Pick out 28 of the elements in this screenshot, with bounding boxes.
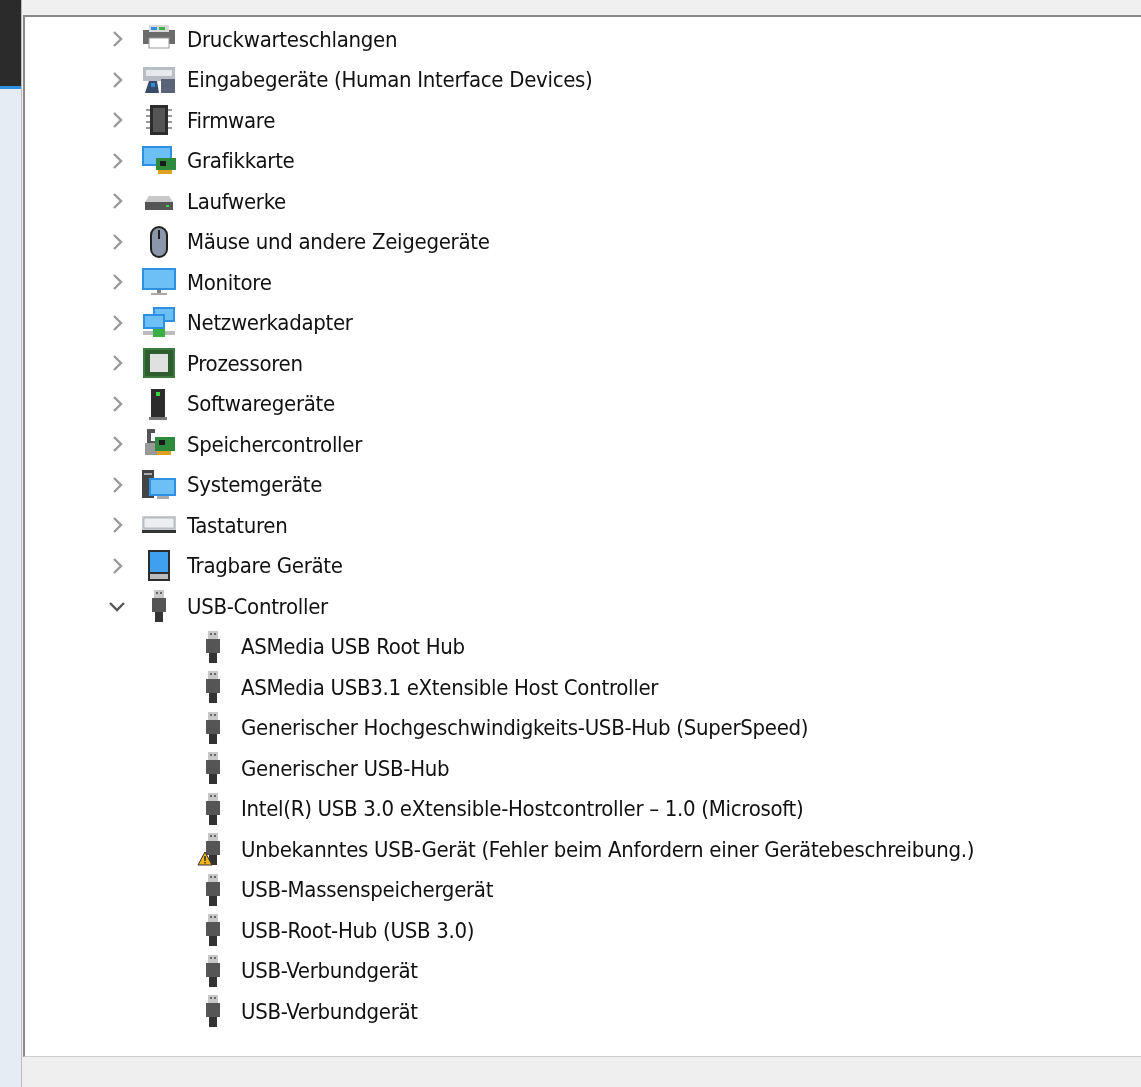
tree-item[interactable]: USB-Controller xyxy=(187,593,328,619)
tree-item[interactable]: Laufwerke xyxy=(187,188,286,214)
tree-item[interactable]: Monitore xyxy=(187,269,272,295)
tree-item[interactable]: Unbekanntes USB-Gerät (Fehler beim Anfordern einer Gerätebeschreibung.) xyxy=(241,836,975,862)
computer-icon xyxy=(141,467,177,502)
tree-item[interactable]: USB-Root-Hub (USB 3.0) xyxy=(241,917,475,943)
tree-item[interactable]: ASMedia USB Root Hub xyxy=(241,634,465,660)
tree-item[interactable]: USB-Verbundgerät xyxy=(241,998,418,1024)
tree-item[interactable]: Prozessoren xyxy=(187,350,303,376)
tree-item[interactable]: ASMedia USB3.1 eXtensible Host Controller xyxy=(241,674,659,700)
tree-item[interactable]: Firmware xyxy=(187,107,276,133)
tree-item[interactable]: Tastaturen xyxy=(187,512,288,538)
tree-item[interactable]: Generischer USB-Hub xyxy=(241,755,450,781)
tree-item[interactable]: Systemgeräte xyxy=(187,472,323,498)
tree-item[interactable]: Speichercontroller xyxy=(187,431,363,457)
tree-item[interactable]: Generischer Hochgeschwindigkeits-USB-Hub (SuperSpeed) xyxy=(241,715,809,741)
tree-item[interactable]: USB-Verbundgerät xyxy=(241,958,418,984)
tree-item[interactable]: Intel(R) USB 3.0 eXtensible-Hostcontroller – 1.0 (Microsoft) xyxy=(241,796,804,822)
tree-item[interactable]: Eingabegeräte (Human Interface Devices) xyxy=(187,67,593,93)
network-computers-icon xyxy=(141,305,177,340)
tree-item[interactable]: Grafikkarte xyxy=(187,148,295,174)
tree-item[interactable]: USB-Massenspeichergerät xyxy=(241,877,494,903)
tree-item[interactable]: Tragbare Geräte xyxy=(187,553,343,579)
tree-item[interactable]: Mäuse und andere Zeigegeräte xyxy=(187,229,490,255)
tree-item[interactable]: Softwaregeräte xyxy=(187,391,335,417)
tree-item[interactable]: Netzwerkadapter xyxy=(187,310,353,336)
processor-icon xyxy=(141,346,177,381)
tree-item[interactable]: Druckwarteschlangen xyxy=(187,26,398,52)
